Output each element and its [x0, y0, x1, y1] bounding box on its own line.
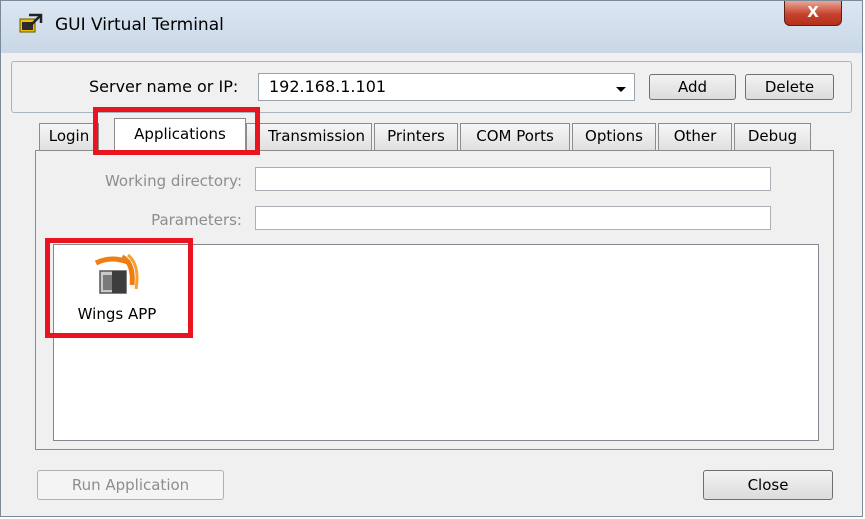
wings-app-icon	[94, 253, 139, 294]
list-item-wings-app[interactable]: Wings APP	[62, 251, 172, 331]
window-close-button[interactable]: X	[784, 1, 842, 26]
window-title: GUI Virtual Terminal	[55, 15, 224, 35]
wings-app-label: Wings APP	[77, 305, 157, 323]
server-label: Server name or IP:	[89, 77, 239, 96]
server-combobox[interactable]: 192.168.1.101	[258, 73, 635, 101]
tab-login[interactable]: Login	[39, 123, 99, 150]
chevron-down-icon[interactable]	[616, 87, 626, 92]
working-directory-field[interactable]	[255, 167, 771, 191]
main-window: GUI Virtual Terminal X Server name or IP…	[0, 0, 863, 517]
tab-debug[interactable]: Debug	[734, 123, 811, 150]
server-value: 192.168.1.101	[269, 77, 387, 96]
tab-printers[interactable]: Printers	[374, 123, 458, 150]
delete-button[interactable]: Delete	[745, 74, 834, 100]
add-button[interactable]: Add	[649, 74, 736, 100]
terminal-app-icon	[19, 13, 43, 33]
working-directory-label: Working directory:	[104, 172, 242, 190]
run-application-button[interactable]: Run Application	[37, 470, 224, 500]
tab-options[interactable]: Options	[572, 123, 656, 150]
title-bar[interactable]: GUI Virtual Terminal	[1, 1, 862, 53]
application-list[interactable]: Wings APP	[53, 244, 819, 441]
tab-com-ports[interactable]: COM Ports	[460, 123, 570, 150]
tab-applications[interactable]: Applications	[114, 118, 246, 151]
close-button[interactable]: Close	[703, 470, 833, 500]
tab-transmission[interactable]: Transmission	[246, 123, 372, 150]
tab-other[interactable]: Other	[658, 123, 732, 150]
parameters-label: Parameters:	[151, 211, 242, 229]
parameters-field[interactable]	[255, 206, 771, 230]
